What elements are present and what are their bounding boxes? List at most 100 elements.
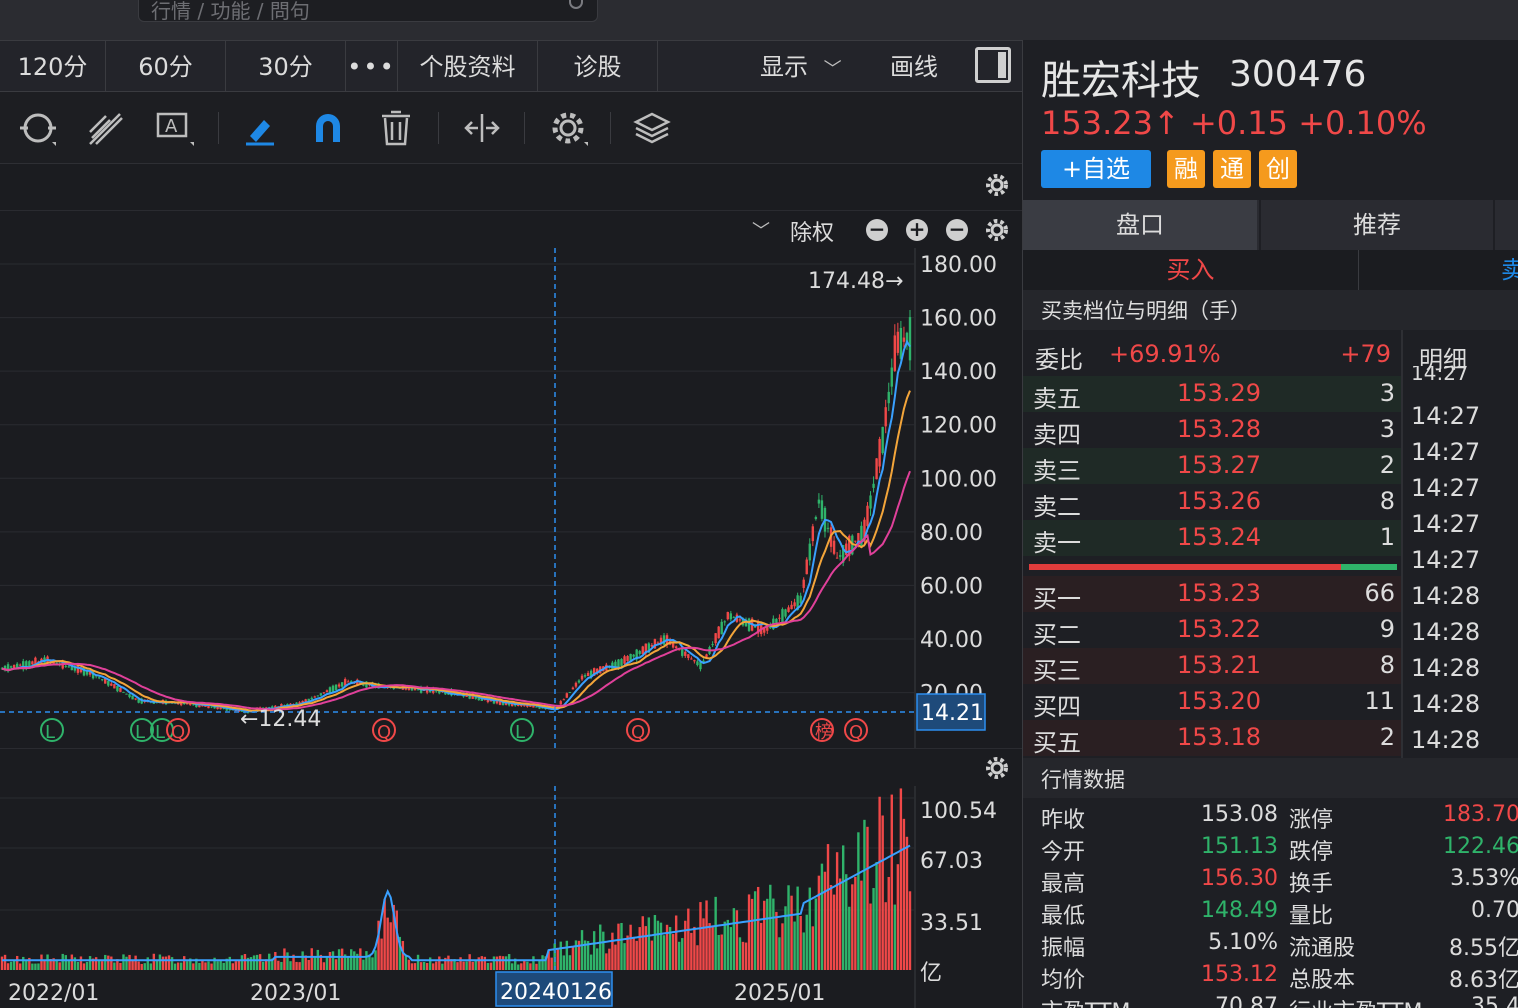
volume-bar	[374, 950, 377, 970]
volume-bar	[243, 954, 247, 970]
candle-body	[113, 684, 116, 689]
volume-bar	[732, 908, 736, 970]
ask-row[interactable]: 卖一 153.24 1	[1023, 520, 1401, 557]
volume-bar	[869, 903, 872, 970]
cycle-icon[interactable]	[18, 108, 58, 148]
candle-body	[12, 664, 16, 668]
period-120m[interactable]: 120分	[0, 41, 106, 93]
collapse-icon[interactable]: −	[866, 219, 888, 241]
orderbook-divider	[1401, 330, 1403, 758]
split-arrows-icon[interactable]	[462, 108, 502, 148]
more-periods-button[interactable]: •••	[346, 41, 398, 93]
volume-bar	[283, 948, 286, 970]
volume-bar	[274, 952, 277, 970]
market-data-label: 总股本	[1289, 968, 1356, 993]
candle-body	[832, 540, 836, 554]
volume-bar	[538, 959, 541, 970]
volume-bar	[310, 948, 313, 970]
volume-bar	[550, 957, 553, 970]
search-input[interactable]: 行情 / 功能 / 問句	[138, 0, 598, 23]
volume-bar	[201, 959, 204, 970]
highlighter-icon[interactable]	[240, 108, 280, 148]
indicator-settings-icon[interactable]	[984, 217, 1010, 243]
buy-tab[interactable]: 买入	[1023, 250, 1359, 290]
volume-bar	[170, 957, 174, 970]
ask-row[interactable]: 卖二 153.26 8	[1023, 484, 1401, 521]
bid-row[interactable]: 买三 153.21 8	[1023, 648, 1401, 685]
candle-body	[641, 646, 644, 655]
candle-body	[632, 654, 635, 657]
diagnose-button[interactable]: 诊股	[538, 41, 658, 93]
candle-body	[76, 665, 80, 673]
volume-bar	[67, 960, 71, 970]
candle-body	[690, 658, 693, 660]
period-bar: 120分 60分 30分 ••• 个股资料 诊股 显示 ﹀ 画线	[0, 40, 1022, 93]
low-price-label: ←12.44	[240, 707, 321, 732]
period-60m[interactable]: 60分	[106, 41, 226, 93]
candle-body	[620, 658, 623, 666]
bid-row[interactable]: 买五 153.18 2	[1023, 720, 1401, 757]
text-annotation-icon[interactable]: A	[154, 108, 194, 148]
candle-body	[580, 675, 584, 680]
sell-tab[interactable]: 卖	[1501, 250, 1518, 290]
candle-body	[854, 540, 857, 542]
candle-body	[64, 665, 67, 667]
zoom-out-icon[interactable]: −	[946, 219, 968, 241]
bid-row[interactable]: 买四 153.20 11	[1023, 684, 1401, 721]
volume-bar	[781, 923, 784, 970]
panel-toggle-icon[interactable]	[975, 47, 1011, 83]
stock-profile-button[interactable]: 个股资料	[398, 41, 538, 93]
margin-tag[interactable]: 融	[1167, 150, 1205, 188]
chinext-tag[interactable]: 创	[1259, 150, 1297, 188]
bid-row[interactable]: 买一 153.23 66	[1023, 576, 1401, 613]
volume-bar	[401, 940, 405, 970]
crosshair-date: 20240126	[500, 980, 612, 1005]
tab-recommend[interactable]: 推荐	[1259, 200, 1493, 250]
period-30m[interactable]: 30分	[226, 41, 346, 93]
draw-line-button[interactable]: 画线	[890, 41, 938, 93]
volume-bar	[841, 845, 845, 970]
settings-gear-icon[interactable]	[548, 108, 588, 148]
adjust-mode-label[interactable]: 除权	[790, 215, 834, 247]
market-data-label: 量比	[1289, 904, 1334, 929]
price-chart[interactable]: 180.00 160.00 140.00 120.00 100.00 80.00 60.00…	[0, 248, 1022, 748]
volume-bar	[571, 946, 575, 970]
layers-icon[interactable]	[632, 108, 672, 148]
panel-tabs: 盘口 推荐	[1023, 200, 1518, 250]
volume-bar	[179, 962, 183, 970]
tab-more[interactable]	[1493, 200, 1518, 250]
add-watchlist-button[interactable]: +自选	[1041, 150, 1151, 188]
volume-bar	[480, 956, 484, 970]
ask-row[interactable]: 卖四 153.28 3	[1023, 412, 1401, 449]
market-data-label: 昨收	[1041, 808, 1086, 833]
event-markers[interactable]: LLLQQLQ榜Q	[40, 718, 868, 743]
candle-body	[119, 687, 122, 692]
volume-bar	[629, 924, 632, 970]
connect-tag[interactable]: 通	[1213, 150, 1251, 188]
volume-bar	[756, 886, 760, 970]
volume-bar	[94, 957, 98, 970]
candle-body	[775, 618, 778, 623]
volume-bar	[43, 960, 46, 970]
volume-bar	[119, 962, 122, 970]
volume-bar	[407, 959, 411, 970]
chart-settings-icon[interactable]	[984, 172, 1010, 198]
volume-settings-icon[interactable]	[984, 755, 1010, 781]
volume-bar	[389, 922, 392, 970]
volume-bar	[729, 927, 733, 970]
tab-orderbook[interactable]: 盘口	[1023, 200, 1257, 250]
volume-chart[interactable]: 100.54 67.03 33.51 亿 2022/01 2023/01 2025/0…	[0, 786, 1022, 1008]
chevron-down-icon[interactable]: ﹀	[752, 217, 770, 243]
ask-row[interactable]: 卖五 153.29 3	[1023, 376, 1401, 413]
bid-row[interactable]: 买二 153.22 9	[1023, 612, 1401, 649]
ask-row[interactable]: 卖三 153.27 2	[1023, 448, 1401, 485]
magnet-icon[interactable]	[308, 108, 348, 148]
top-bar: 行情 / 功能 / 問句	[0, 0, 1518, 40]
fib-lines-icon[interactable]	[86, 108, 126, 148]
zoom-in-icon[interactable]: +	[906, 219, 928, 241]
candle-body	[899, 327, 903, 359]
volume-bar	[438, 956, 441, 970]
trash-icon[interactable]	[376, 108, 416, 148]
microphone-icon[interactable]	[569, 0, 583, 9]
display-dropdown[interactable]: 显示 ﹀	[760, 41, 842, 93]
